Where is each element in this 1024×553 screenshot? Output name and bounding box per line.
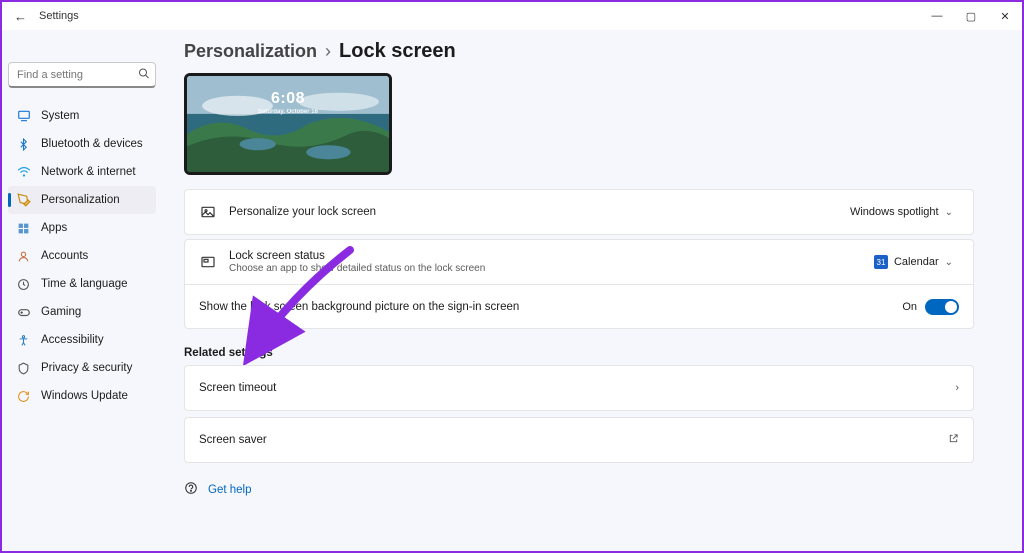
preview-clock: 6:08 Saturday, October 16 xyxy=(187,90,389,115)
preview-time-text: 6:08 xyxy=(187,90,389,108)
signin-toggle[interactable] xyxy=(925,299,959,315)
calendar-icon: 31 xyxy=(874,255,888,269)
help-row: Get help xyxy=(184,481,974,498)
sidebar-item-label: Network & internet xyxy=(41,166,136,178)
signin-row: Show the lock screen background picture … xyxy=(185,284,973,328)
sidebar-item-system[interactable]: System xyxy=(8,102,156,130)
chevron-right-icon: › xyxy=(325,41,331,62)
page-title: Lock screen xyxy=(339,40,456,63)
personalize-card: Personalize your lock screen Windows spo… xyxy=(184,189,974,235)
signin-title: Show the lock screen background picture … xyxy=(199,301,890,313)
apps-icon xyxy=(16,221,31,236)
external-link-icon xyxy=(948,433,959,447)
chevron-down-icon: ⌄ xyxy=(945,207,953,218)
wifi-icon xyxy=(16,165,31,180)
search-input[interactable] xyxy=(8,62,156,88)
sidebar-item-label: System xyxy=(41,110,79,122)
preview-date-text: Saturday, October 16 xyxy=(187,109,389,115)
dropdown-value: Calendar xyxy=(894,256,939,268)
personalization-icon xyxy=(16,193,31,208)
chevron-down-icon: ⌄ xyxy=(945,257,953,268)
update-icon xyxy=(16,389,31,404)
sidebar-item-accounts[interactable]: Accounts xyxy=(8,242,156,270)
timeout-card[interactable]: Screen timeout › xyxy=(184,365,974,411)
breadcrumb: Personalization › Lock screen xyxy=(184,40,974,63)
personalize-title: Personalize your lock screen xyxy=(229,206,830,218)
time-icon xyxy=(16,277,31,292)
personalize-row[interactable]: Personalize your lock screen Windows spo… xyxy=(185,190,973,234)
sidebar-item-privacy[interactable]: Privacy & security xyxy=(8,354,156,382)
status-title: Lock screen status xyxy=(229,250,854,262)
accounts-icon xyxy=(16,249,31,264)
status-signin-card: Lock screen status Choose an app to show… xyxy=(184,239,974,329)
chevron-right-icon: › xyxy=(955,382,959,394)
status-row[interactable]: Lock screen status Choose an app to show… xyxy=(185,240,973,284)
status-icon xyxy=(199,253,217,271)
search-icon xyxy=(138,68,150,83)
status-subtitle: Choose an app to show detailed status on… xyxy=(229,263,854,274)
sidebar-item-label: Windows Update xyxy=(41,390,128,402)
sidebar-item-time[interactable]: Time & language xyxy=(8,270,156,298)
timeout-title: Screen timeout xyxy=(199,382,943,394)
saver-card[interactable]: Screen saver xyxy=(184,417,974,463)
breadcrumb-parent[interactable]: Personalization xyxy=(184,41,317,62)
sidebar-item-network[interactable]: Network & internet xyxy=(8,158,156,186)
sidebar-item-accessibility[interactable]: Accessibility xyxy=(8,326,156,354)
status-dropdown[interactable]: 31 Calendar ⌄ xyxy=(866,251,959,273)
system-icon xyxy=(16,109,31,124)
titlebar: ← Settings — ▢ ✕ xyxy=(2,2,1022,30)
help-icon xyxy=(184,481,198,498)
back-button[interactable]: ← xyxy=(14,9,27,24)
toggle-state-label: On xyxy=(902,301,917,313)
window-title: Settings xyxy=(39,10,79,22)
personalize-dropdown[interactable]: Windows spotlight ⌄ xyxy=(842,202,959,222)
lockscreen-preview[interactable]: 6:08 Saturday, October 16 xyxy=(184,73,392,175)
get-help-link[interactable]: Get help xyxy=(208,484,251,496)
sidebar-item-label: Gaming xyxy=(41,306,81,318)
minimize-button[interactable]: — xyxy=(920,2,954,30)
bluetooth-icon xyxy=(16,137,31,152)
sidebar-item-label: Personalization xyxy=(41,194,120,206)
dropdown-value: Windows spotlight xyxy=(850,206,939,218)
privacy-icon xyxy=(16,361,31,376)
sidebar-item-label: Accounts xyxy=(41,250,88,262)
gaming-icon xyxy=(16,305,31,320)
sidebar-item-update[interactable]: Windows Update xyxy=(8,382,156,410)
sidebar-item-gaming[interactable]: Gaming xyxy=(8,298,156,326)
related-heading: Related settings xyxy=(184,347,974,359)
sidebar-item-label: Accessibility xyxy=(41,334,104,346)
sidebar: System Bluetooth & devices Network & int… xyxy=(2,30,162,551)
sidebar-item-bluetooth[interactable]: Bluetooth & devices xyxy=(8,130,156,158)
picture-icon xyxy=(199,203,217,221)
sidebar-item-personalization[interactable]: Personalization xyxy=(8,186,156,214)
sidebar-item-label: Bluetooth & devices xyxy=(41,138,143,150)
close-button[interactable]: ✕ xyxy=(988,2,1022,30)
main-content: Personalization › Lock screen 6:08 Satur… xyxy=(162,30,1022,551)
saver-title: Screen saver xyxy=(199,434,936,446)
sidebar-item-label: Privacy & security xyxy=(41,362,132,374)
sidebar-item-label: Apps xyxy=(41,222,67,234)
maximize-button[interactable]: ▢ xyxy=(954,2,988,30)
sidebar-item-apps[interactable]: Apps xyxy=(8,214,156,242)
accessibility-icon xyxy=(16,333,31,348)
sidebar-item-label: Time & language xyxy=(41,278,128,290)
